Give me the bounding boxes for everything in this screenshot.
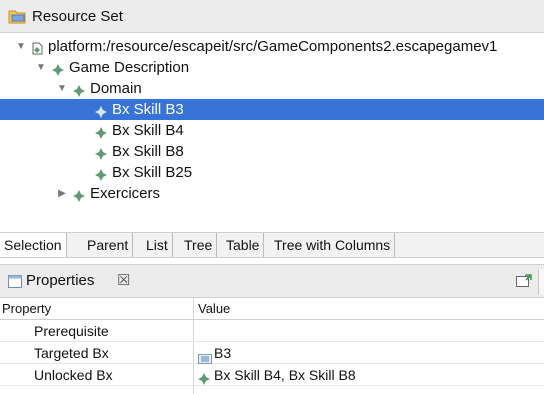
tree-item-bx-skill-b25[interactable]: Bx Skill B25 bbox=[0, 162, 544, 183]
collapse-arrow-icon[interactable]: ▶ bbox=[56, 183, 68, 204]
close-icon[interactable]: ☒ bbox=[117, 271, 130, 289]
tab-tree-with-columns[interactable]: Tree with Columns bbox=[270, 233, 396, 257]
properties-view-header: Properties ☒ bbox=[0, 264, 544, 298]
tab-selection[interactable]: Selection bbox=[0, 233, 67, 257]
tree-item-label: Domain bbox=[90, 80, 142, 97]
tree-item-label: Game Description bbox=[69, 59, 190, 76]
toolbar-overflow[interactable] bbox=[538, 269, 544, 295]
expand-arrow-icon[interactable]: ▼ bbox=[15, 36, 27, 57]
tree-item-exercicers[interactable]: ▶ Exercicers bbox=[0, 183, 544, 204]
diamond-node-icon bbox=[95, 145, 107, 160]
tab-parent[interactable]: Parent bbox=[83, 233, 134, 257]
property-row-unlocked-bx[interactable]: Unlocked Bx Bx Skill B4, Bx Skill B8 bbox=[0, 364, 544, 386]
tab-list[interactable]: List bbox=[142, 233, 173, 257]
value-column-header[interactable]: Value bbox=[198, 301, 230, 316]
diamond-node-icon bbox=[73, 82, 85, 97]
diamond-node-icon bbox=[95, 124, 107, 139]
property-name: Prerequisite bbox=[34, 323, 109, 339]
diamond-node-icon bbox=[95, 103, 107, 118]
tree-item-bx-skill-b3[interactable]: Bx Skill B3 bbox=[0, 99, 544, 120]
diamond-node-icon bbox=[198, 369, 210, 391]
properties-icon bbox=[8, 275, 22, 293]
tab-table[interactable]: Table bbox=[222, 233, 265, 257]
resource-set-title: Resource Set bbox=[32, 8, 123, 25]
tree-item-label: Bx Skill B8 bbox=[112, 143, 184, 160]
tree-item-label: platform:/resource/escapeit/src/GameComp… bbox=[48, 38, 498, 55]
diamond-node-icon bbox=[95, 166, 107, 181]
editor-tab-bar: Selection Parent List Tree Table Tree wi… bbox=[0, 232, 544, 258]
property-name: Unlocked Bx bbox=[34, 367, 113, 383]
property-name: Targeted Bx bbox=[34, 345, 109, 361]
new-window-icon[interactable] bbox=[516, 274, 532, 293]
tree-item-bx-skill-b4[interactable]: Bx Skill B4 bbox=[0, 120, 544, 141]
properties-table-header: Property Value bbox=[0, 298, 544, 320]
folder-icon bbox=[8, 9, 26, 29]
tab-tree[interactable]: Tree bbox=[180, 233, 218, 257]
tree-item-label: Bx Skill B25 bbox=[112, 164, 193, 181]
tree-item-bx-skill-b8[interactable]: Bx Skill B8 bbox=[0, 141, 544, 162]
properties-table: Property Value Prerequisite Targeted Bx … bbox=[0, 298, 544, 394]
resource-file-icon bbox=[31, 40, 43, 55]
property-value[interactable]: B3 bbox=[214, 342, 231, 364]
tree-item-label: Bx Skill B4 bbox=[112, 122, 184, 139]
property-value[interactable]: Bx Skill B4, Bx Skill B8 bbox=[214, 364, 356, 386]
resource-set-header: Resource Set bbox=[0, 0, 544, 33]
properties-tab-title[interactable]: Properties bbox=[26, 272, 94, 289]
expand-arrow-icon[interactable]: ▼ bbox=[35, 57, 47, 78]
property-column-header[interactable]: Property bbox=[2, 301, 51, 316]
tree-item-game-description[interactable]: ▼ Game Description bbox=[0, 57, 544, 78]
diamond-node-icon bbox=[73, 187, 85, 202]
tree-item-label: Bx Skill B3 bbox=[112, 101, 184, 118]
resource-tree[interactable]: ▼ platform:/resource/escapeit/src/GameCo… bbox=[0, 33, 544, 232]
tree-item-label: Exercicers bbox=[90, 185, 161, 202]
property-row-prerequisite[interactable]: Prerequisite bbox=[0, 320, 544, 342]
tree-item-resource[interactable]: ▼ platform:/resource/escapeit/src/GameCo… bbox=[0, 36, 544, 57]
expand-arrow-icon[interactable]: ▼ bbox=[56, 78, 68, 99]
property-row-targeted-bx[interactable]: Targeted Bx B3 bbox=[0, 342, 544, 364]
tree-item-domain[interactable]: ▼ Domain bbox=[0, 78, 544, 99]
diamond-node-icon bbox=[52, 61, 64, 76]
